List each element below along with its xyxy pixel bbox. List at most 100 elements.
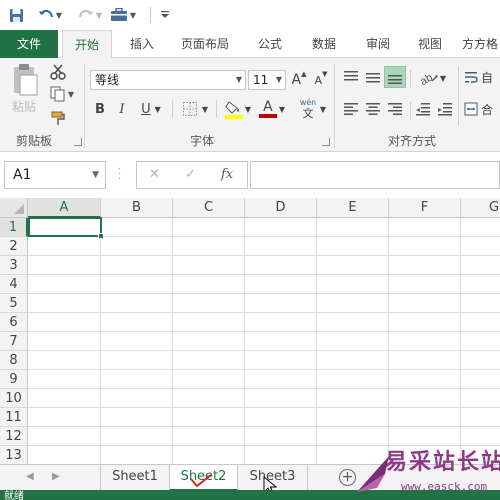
column-header-f[interactable]: F: [389, 198, 461, 218]
row-header-4[interactable]: 4: [0, 275, 28, 294]
briefcase-icon[interactable]: ▼: [108, 4, 138, 26]
tab-view[interactable]: 视图: [408, 30, 452, 58]
worksheet-grid[interactable]: A B C D E F G 1 2 3 4 5 6 7 8 9 10 11 12…: [0, 198, 500, 464]
row-header-3[interactable]: 3: [0, 256, 28, 275]
ribbon-tab-bar: 文件 开始 插入 页面布局 公式 数据 审阅 视图 方方格: [0, 30, 500, 59]
decrease-indent-icon[interactable]: [414, 100, 432, 118]
group-separator: [84, 64, 85, 148]
status-text: 就绪: [4, 491, 24, 500]
formula-buttons: ✕ ✓ fx: [136, 161, 248, 189]
tab-page-layout[interactable]: 页面布局: [170, 30, 240, 58]
row-header-10[interactable]: 10: [0, 389, 28, 408]
align-left-icon[interactable]: [342, 100, 360, 118]
select-all-button[interactable]: [0, 198, 28, 218]
column-header-b[interactable]: B: [101, 198, 173, 218]
grid-line: [28, 274, 500, 275]
grid-line: [28, 407, 500, 408]
alignment-group-label: 对齐方式: [388, 134, 437, 148]
column-header-e[interactable]: E: [317, 198, 389, 218]
row-header-7[interactable]: 7: [0, 332, 28, 351]
column-header-g[interactable]: G: [461, 198, 500, 218]
fill-color-button[interactable]: ▼: [222, 98, 254, 120]
align-bottom-icon[interactable]: [384, 66, 406, 88]
grid-line: [28, 312, 500, 313]
underline-button[interactable]: U ▼: [136, 98, 166, 120]
row-header-5[interactable]: 5: [0, 294, 28, 313]
shrink-font-button[interactable]: A ▼: [312, 70, 330, 90]
row-header-11[interactable]: 11: [0, 408, 28, 427]
watermark-text: 易采站长站: [385, 449, 500, 475]
name-box[interactable]: A1 ▼: [4, 161, 106, 189]
sheet-next-icon[interactable]: ▶: [52, 471, 60, 482]
insert-function-icon[interactable]: fx: [221, 167, 233, 182]
chevron-down-icon[interactable]: ▼: [318, 102, 328, 116]
font-group-label: 字体: [190, 134, 215, 148]
align-middle-icon[interactable]: [364, 68, 382, 86]
copy-icon[interactable]: ▼: [46, 84, 78, 104]
row-header-2[interactable]: 2: [0, 237, 28, 256]
formula-bar-grip-icon[interactable]: · · ·: [118, 165, 121, 185]
tab-review[interactable]: 审阅: [356, 30, 400, 58]
tab-formulas[interactable]: 公式: [248, 30, 292, 58]
align-top-icon[interactable]: [342, 68, 360, 86]
chevron-down-icon: ▼: [92, 170, 99, 180]
font-color-button[interactable]: A ▼: [256, 98, 288, 120]
formula-bar: A1 ▼ · · · ✕ ✓ fx: [0, 152, 500, 198]
active-cell-a1[interactable]: [28, 217, 102, 237]
font-family-select[interactable]: 等线 ▼: [90, 70, 246, 90]
orientation-icon[interactable]: ab ▼: [416, 68, 450, 88]
row-header-13[interactable]: 13: [0, 446, 28, 464]
font-size-value: 11: [253, 73, 269, 87]
formula-input[interactable]: [250, 161, 500, 189]
row-header-6[interactable]: 6: [0, 313, 28, 332]
cut-icon[interactable]: [48, 62, 68, 82]
font-launcher-icon[interactable]: [322, 138, 330, 146]
watermark: 易采站长站 www.easck.com: [355, 436, 500, 500]
increase-indent-icon[interactable]: [436, 100, 454, 118]
add-sheet-button[interactable]: +: [339, 469, 356, 486]
group-separator: [334, 64, 335, 148]
chevron-down-icon: ▼: [275, 75, 282, 84]
format-painter-icon[interactable]: [48, 108, 68, 128]
column-header-d[interactable]: D: [245, 198, 317, 218]
enter-icon[interactable]: ✓: [185, 167, 196, 182]
save-icon[interactable]: [6, 4, 26, 26]
tab-file[interactable]: 文件: [0, 30, 58, 58]
grid-line: [28, 255, 500, 256]
quick-access-toolbar: ▼ ▼ ▼: [0, 0, 500, 30]
row-header-8[interactable]: 8: [0, 351, 28, 370]
borders-button[interactable]: ▼: [178, 98, 212, 120]
cancel-icon[interactable]: ✕: [149, 167, 160, 182]
paste-icon[interactable]: [8, 62, 42, 98]
wrap-text-button[interactable]: 自: [464, 66, 500, 88]
name-box-value: A1: [13, 167, 32, 183]
align-right-icon[interactable]: [386, 100, 404, 118]
bold-button[interactable]: B: [92, 98, 108, 120]
tab-data[interactable]: 数据: [302, 30, 346, 58]
row-header-1[interactable]: 1: [0, 218, 28, 237]
checkmark-annotation-icon: [190, 474, 212, 488]
row-header-12[interactable]: 12: [0, 427, 28, 446]
column-header-c[interactable]: C: [173, 198, 245, 218]
italic-button[interactable]: I: [114, 98, 130, 120]
row-header-9[interactable]: 9: [0, 370, 28, 389]
grid-line: [28, 369, 500, 370]
undo-icon[interactable]: ▼: [36, 4, 64, 26]
fill-handle[interactable]: [98, 233, 104, 239]
sheet-prev-icon[interactable]: ◀: [26, 471, 34, 482]
grow-font-button[interactable]: A ▲: [290, 70, 308, 90]
font-size-select[interactable]: 11 ▼: [248, 70, 286, 90]
tab-extra[interactable]: 方方格: [462, 30, 500, 58]
redo-icon[interactable]: ▼: [76, 4, 104, 26]
merge-center-button[interactable]: 合: [464, 98, 500, 120]
clipboard-launcher-icon[interactable]: [74, 138, 82, 146]
column-header-a[interactable]: A: [28, 198, 101, 218]
phonetic-guide-button[interactable]: wén 文: [296, 96, 320, 122]
tab-home[interactable]: 开始: [62, 30, 112, 59]
tab-insert[interactable]: 插入: [120, 30, 164, 58]
customize-qat-icon[interactable]: [158, 4, 172, 26]
align-center-icon[interactable]: [364, 100, 382, 118]
grid-line: [28, 331, 500, 332]
sheet-tab-sheet1[interactable]: Sheet1: [100, 465, 170, 491]
paste-label: 粘贴: [12, 100, 37, 114]
